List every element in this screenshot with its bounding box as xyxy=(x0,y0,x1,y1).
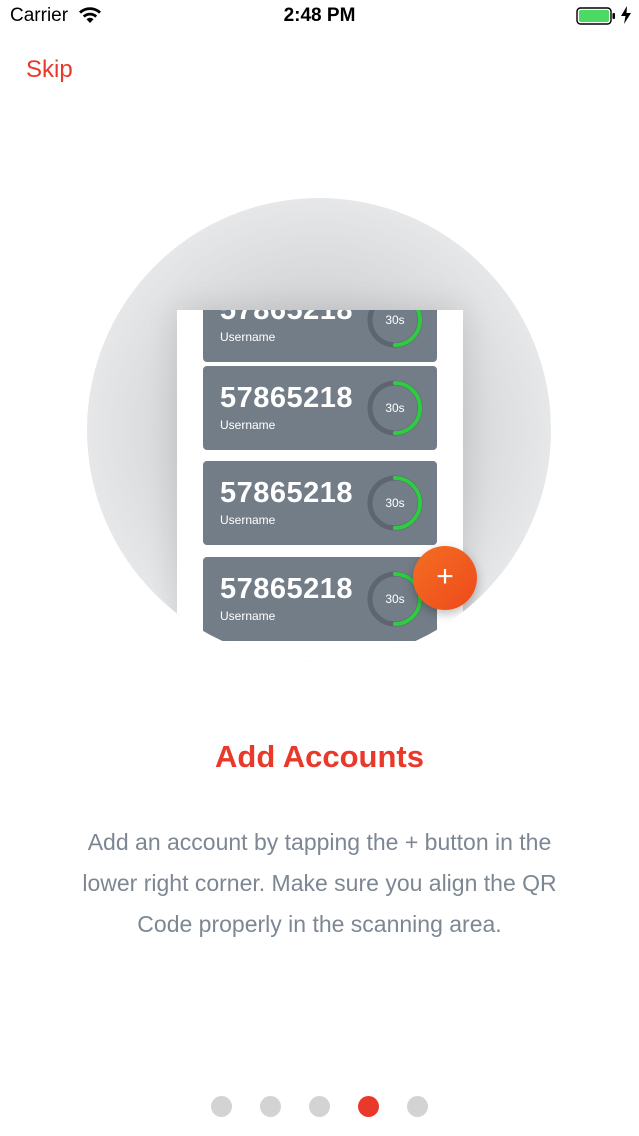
page-description: Add an account by tapping the + button i… xyxy=(82,829,557,937)
account-username: Username xyxy=(220,609,276,623)
page-indicator xyxy=(0,1096,639,1118)
account-username: Username xyxy=(220,418,276,432)
account-card: 57865218 Username 30s xyxy=(203,310,437,362)
add-account-fab: + xyxy=(413,546,477,610)
account-card: 57865218 Username 30s xyxy=(203,461,437,545)
charging-bolt-icon xyxy=(621,6,631,24)
clock: 2:48 PM xyxy=(283,5,356,26)
page-dot-active[interactable] xyxy=(358,1096,379,1117)
account-username: Username xyxy=(220,513,276,527)
otp-code: 57865218 xyxy=(220,382,354,414)
otp-code: 57865218 xyxy=(220,573,354,605)
skip-button[interactable]: Skip xyxy=(26,56,73,84)
account-card: 57865218 Username 30s xyxy=(203,557,437,641)
onboarding-illustration: 57865218 Username 30s 57865218 Username … xyxy=(87,198,551,662)
timer-label: 30s xyxy=(385,401,405,415)
otp-code: 57865218 xyxy=(220,310,354,326)
timer-label: 30s xyxy=(385,496,405,510)
plus-icon: + xyxy=(436,560,454,593)
page-dot[interactable] xyxy=(211,1096,232,1117)
page-dot[interactable] xyxy=(407,1096,428,1117)
account-card: 57865218 Username 30s xyxy=(203,366,437,450)
battery-icon xyxy=(576,7,615,25)
page-dot[interactable] xyxy=(260,1096,281,1117)
page-dot[interactable] xyxy=(309,1096,330,1117)
account-username: Username xyxy=(220,330,276,344)
timer-label: 30s xyxy=(385,313,405,327)
otp-code: 57865218 xyxy=(220,477,354,509)
status-bar: Carrier 2:48 PM xyxy=(0,0,639,34)
page-title: Add Accounts xyxy=(215,739,424,774)
onboarding-screen: Carrier 2:48 PM Skip 57865218 Username 3… xyxy=(0,0,639,1136)
